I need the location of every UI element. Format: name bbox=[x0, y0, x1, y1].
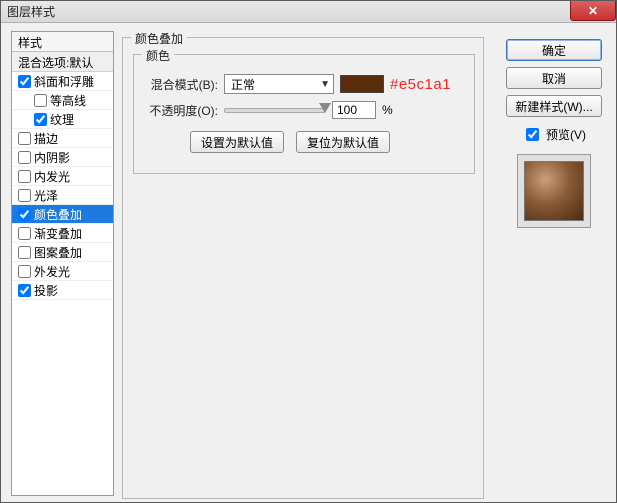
color-swatch[interactable] bbox=[340, 75, 384, 93]
preview-box bbox=[517, 154, 591, 228]
sidebar-item-8[interactable]: 渐变叠加 bbox=[12, 224, 113, 243]
close-button[interactable]: ✕ bbox=[570, 1, 616, 21]
blend-mode-label: 混合模式(B): bbox=[144, 76, 218, 93]
sidebar-item-label: 内发光 bbox=[34, 168, 70, 185]
sidebar-checkbox-4[interactable] bbox=[18, 151, 31, 164]
sidebar-item-6[interactable]: 光泽 bbox=[12, 186, 113, 205]
sidebar-checkbox-10[interactable] bbox=[18, 265, 31, 278]
sidebar-item-2[interactable]: 纹理 bbox=[12, 110, 113, 129]
new-style-button[interactable]: 新建样式(W)... bbox=[506, 95, 602, 117]
dialog-body: 样式 混合选项:默认 斜面和浮雕等高线纹理描边内阴影内发光光泽颜色叠加渐变叠加图… bbox=[11, 31, 606, 496]
cancel-button[interactable]: 取消 bbox=[506, 67, 602, 89]
sidebar-header[interactable]: 样式 bbox=[12, 32, 113, 52]
opacity-suffix: % bbox=[382, 103, 393, 117]
opacity-slider[interactable] bbox=[224, 108, 326, 113]
sidebar-item-0[interactable]: 斜面和浮雕 bbox=[12, 72, 113, 91]
preview-toggle-row: 预览(V) bbox=[522, 125, 586, 144]
sidebar-item-11[interactable]: 投影 bbox=[12, 281, 113, 300]
reset-default-button[interactable]: 复位为默认值 bbox=[296, 131, 390, 153]
sidebar-item-label: 投影 bbox=[34, 282, 58, 299]
sidebar-item-3[interactable]: 描边 bbox=[12, 129, 113, 148]
sidebar-item-9[interactable]: 图案叠加 bbox=[12, 243, 113, 262]
styles-sidebar: 样式 混合选项:默认 斜面和浮雕等高线纹理描边内阴影内发光光泽颜色叠加渐变叠加图… bbox=[11, 31, 114, 496]
preview-checkbox[interactable] bbox=[526, 128, 539, 141]
blend-mode-combo[interactable]: 正常 ▼ bbox=[224, 74, 334, 94]
opacity-input[interactable] bbox=[332, 101, 376, 119]
sidebar-item-4[interactable]: 内阴影 bbox=[12, 148, 113, 167]
opacity-label: 不透明度(O): bbox=[144, 102, 218, 119]
sidebar-checkbox-0[interactable] bbox=[18, 75, 31, 88]
chevron-down-icon: ▼ bbox=[320, 79, 330, 90]
sidebar-item-label: 内阴影 bbox=[34, 149, 70, 166]
sidebar-item-label: 斜面和浮雕 bbox=[34, 73, 94, 90]
sidebar-item-label: 光泽 bbox=[34, 187, 58, 204]
sidebar-checkbox-5[interactable] bbox=[18, 170, 31, 183]
ok-button[interactable]: 确定 bbox=[506, 39, 602, 61]
layer-style-dialog: 图层样式 ✕ 样式 混合选项:默认 斜面和浮雕等高线纹理描边内阴影内发光光泽颜色… bbox=[0, 0, 617, 503]
sidebar-item-7[interactable]: 颜色叠加 bbox=[12, 205, 113, 224]
opacity-row: 不透明度(O): % bbox=[144, 99, 393, 121]
sidebar-checkbox-2[interactable] bbox=[34, 113, 47, 126]
sidebar-checkbox-6[interactable] bbox=[18, 189, 31, 202]
sidebar-checkbox-7[interactable] bbox=[18, 208, 31, 221]
blend-mode-row: 混合模式(B): 正常 ▼ #e5c1a1 bbox=[144, 73, 451, 95]
sidebar-blend-options[interactable]: 混合选项:默认 bbox=[12, 52, 113, 72]
sidebar-item-label: 外发光 bbox=[34, 263, 70, 280]
center-pane: 颜色叠加 颜色 混合模式(B): 正常 ▼ #e5c1a1 bbox=[122, 31, 494, 496]
preview-label: 预览(V) bbox=[546, 126, 586, 143]
slider-thumb-icon[interactable] bbox=[319, 103, 331, 113]
sidebar-item-label: 颜色叠加 bbox=[34, 206, 82, 223]
sidebar-checkbox-9[interactable] bbox=[18, 246, 31, 259]
sidebar-checkbox-3[interactable] bbox=[18, 132, 31, 145]
right-column: 确定 取消 新建样式(W)... 预览(V) bbox=[502, 31, 606, 496]
group-title: 颜色叠加 bbox=[131, 30, 187, 47]
color-annotation: #e5c1a1 bbox=[390, 76, 451, 93]
color-overlay-group: 颜色叠加 颜色 混合模式(B): 正常 ▼ #e5c1a1 bbox=[122, 37, 484, 499]
sidebar-checkbox-1[interactable] bbox=[34, 94, 47, 107]
sidebar-item-1[interactable]: 等高线 bbox=[12, 91, 113, 110]
preview-thumbnail bbox=[524, 161, 584, 221]
sidebar-item-10[interactable]: 外发光 bbox=[12, 262, 113, 281]
titlebar[interactable]: 图层样式 ✕ bbox=[1, 1, 616, 23]
sidebar-item-label: 渐变叠加 bbox=[34, 225, 82, 242]
inner-group-title: 颜色 bbox=[142, 47, 174, 64]
sidebar-checkbox-11[interactable] bbox=[18, 284, 31, 297]
default-buttons-row: 设置为默认值 复位为默认值 bbox=[190, 131, 390, 153]
sidebar-checkbox-8[interactable] bbox=[18, 227, 31, 240]
set-default-button[interactable]: 设置为默认值 bbox=[190, 131, 284, 153]
sidebar-item-label: 纹理 bbox=[50, 111, 74, 128]
window-title: 图层样式 bbox=[7, 3, 55, 20]
sidebar-item-label: 等高线 bbox=[50, 92, 86, 109]
close-icon: ✕ bbox=[588, 4, 598, 18]
sidebar-item-label: 描边 bbox=[34, 130, 58, 147]
color-group: 颜色 混合模式(B): 正常 ▼ #e5c1a1 不透明度(O): bbox=[133, 54, 475, 174]
sidebar-item-label: 图案叠加 bbox=[34, 244, 82, 261]
sidebar-item-5[interactable]: 内发光 bbox=[12, 167, 113, 186]
blend-mode-value: 正常 bbox=[231, 76, 255, 93]
